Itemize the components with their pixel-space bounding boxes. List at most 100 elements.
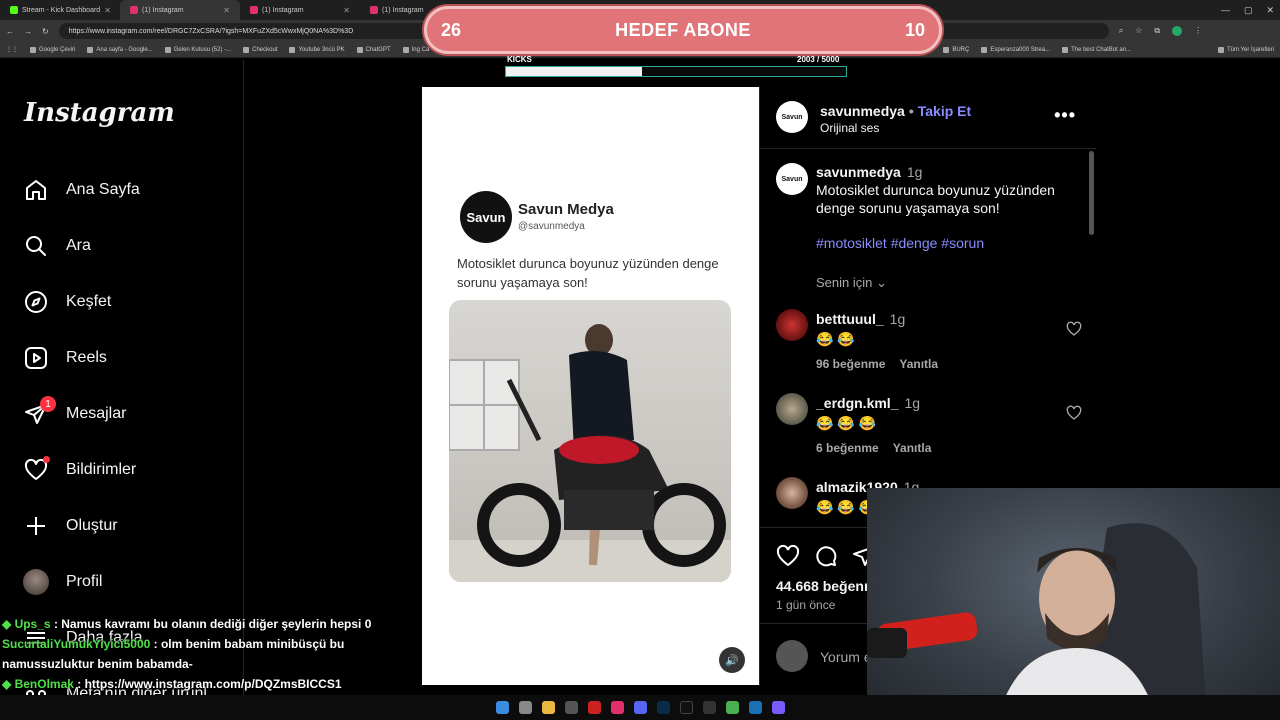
goal-target: 10 — [904, 19, 925, 40]
author-line: savunmedya • Takip Et — [820, 103, 972, 119]
plus-icon — [22, 512, 50, 540]
comment-like-icon[interactable] — [1066, 321, 1082, 342]
author-avatar[interactable]: Savun — [776, 101, 808, 133]
discord-icon[interactable] — [633, 701, 647, 714]
menu-dots-icon[interactable]: ⋮ — [1194, 26, 1202, 36]
mute-button[interactable]: 🔊 — [719, 647, 745, 673]
hashtags[interactable]: #motosiklet #denge #sorun — [816, 235, 984, 251]
zoom-icon[interactable]: ⌕ — [1119, 26, 1123, 36]
comment-text: 😂 😂 — [816, 331, 855, 347]
like-icon[interactable] — [776, 544, 800, 573]
follow-button[interactable]: Takip Et — [918, 103, 971, 119]
nav-reels[interactable]: Reels — [22, 342, 107, 374]
chrome-icon[interactable] — [725, 701, 739, 714]
bookmark[interactable]: Google Çeviri — [30, 46, 75, 53]
messages-icon: 1 — [22, 396, 56, 428]
notification-dot — [43, 456, 50, 463]
kick-icon: ◆ — [2, 617, 15, 631]
tab-label: (1) Instagram — [262, 6, 304, 14]
nav-create[interactable]: Oluştur — [22, 510, 118, 542]
all-bookmarks[interactable]: Tüm Yer İşaretleri — [1217, 46, 1274, 53]
bookmark[interactable]: Checkout — [243, 46, 277, 53]
bookmark[interactable]: Esperanza000 Strea... — [981, 46, 1050, 53]
instagram-app-icon[interactable] — [610, 701, 624, 714]
commenter-avatar[interactable] — [776, 477, 808, 509]
bookmark[interactable]: The best ChatBot an... — [1062, 46, 1131, 53]
nav-label: Keşfet — [66, 293, 112, 310]
close-icon[interactable]: ✕ — [104, 6, 111, 15]
tab-kick-dashboard[interactable]: Stream - Kick Dashboard ✕ — [0, 0, 120, 20]
comment-text: 😂 😂 😂 — [816, 415, 877, 431]
sort-dropdown[interactable]: Senin için ⌄ — [816, 275, 887, 291]
reply-button[interactable]: Yanıtla — [893, 441, 932, 455]
app-icon[interactable] — [771, 701, 785, 714]
kick-icon — [10, 6, 18, 14]
instagram-icon — [370, 6, 378, 14]
bookmark[interactable]: Youtube 3ncü PK — [289, 46, 345, 53]
nav-search[interactable]: Ara — [22, 230, 91, 262]
maximize-icon[interactable]: ▢ — [1244, 5, 1253, 16]
stream-chat: ◆ Ups_s : Namus kavramı bu olanın dediği… — [2, 614, 432, 694]
star-icon[interactable]: ☆ — [1135, 26, 1142, 36]
kicks-count: 2003 / 5000 — [797, 55, 840, 64]
photoshop-icon[interactable] — [656, 701, 670, 714]
close-window-icon[interactable]: ✕ — [1266, 5, 1274, 16]
minimize-icon[interactable]: — — [1221, 5, 1230, 15]
comment-item: _erdgn.kml_ 1g 😂 😂 😂 6 beğenme Yanıtla — [776, 393, 1086, 473]
reel-video[interactable]: Savun Savun Medya @savunmedya Motosiklet… — [422, 87, 759, 685]
commenter-avatar[interactable] — [776, 309, 808, 341]
instagram-icon — [130, 6, 138, 14]
caption-avatar[interactable]: Savun — [776, 163, 808, 195]
chat-message: ◆ BenOlmak : https://www.instagram.com/p… — [2, 674, 432, 694]
caption-username[interactable]: savunmedya — [816, 164, 901, 180]
nav-explore[interactable]: Keşfet — [22, 286, 111, 318]
opera-icon[interactable] — [587, 701, 601, 714]
post-text: Motosiklet durunca boyunuz yüzünden deng… — [457, 256, 719, 290]
comments-scrollbar[interactable] — [1089, 151, 1094, 235]
action-icons — [776, 544, 876, 573]
tab-instagram[interactable]: (1) Instagram ✕ — [240, 0, 360, 20]
taskview-icon[interactable] — [518, 701, 532, 714]
windows-start-icon[interactable] — [495, 701, 509, 714]
comment-likes[interactable]: 6 beğenme — [816, 441, 879, 455]
nav-profile[interactable]: Profil — [22, 566, 102, 598]
apps-icon[interactable]: ⋮⋮ — [6, 46, 18, 53]
comment-icon[interactable] — [814, 544, 838, 573]
audio-label[interactable]: Orijinal ses — [820, 121, 879, 135]
settings-icon[interactable] — [564, 701, 578, 714]
close-icon[interactable]: ✕ — [223, 6, 230, 15]
folder-icon[interactable] — [541, 701, 555, 714]
nav-label: Oluştur — [66, 517, 118, 534]
bookmark[interactable]: Ing Ca — [402, 46, 429, 53]
more-options-icon[interactable]: ••• — [1054, 105, 1076, 126]
close-icon[interactable]: ✕ — [343, 6, 350, 15]
tab-label: (1) Instagram — [382, 6, 424, 14]
bookmark[interactable]: BURÇ — [943, 46, 969, 53]
comment-like-icon[interactable] — [1066, 405, 1082, 426]
comment-likes[interactable]: 96 beğenme — [816, 357, 885, 371]
obs-icon[interactable] — [702, 701, 716, 714]
instagram-logo[interactable]: Instagram — [24, 98, 175, 128]
bookmark[interactable]: ChatGPT — [356, 46, 391, 53]
back-icon[interactable]: ← — [6, 27, 14, 36]
reply-button[interactable]: Yanıtla — [899, 357, 938, 371]
nav-notifications[interactable]: Bildirimler — [22, 454, 136, 486]
kick-icon: ◆ — [2, 677, 15, 691]
commenter-avatar[interactable] — [776, 393, 808, 425]
profile-avatar[interactable] — [1172, 26, 1183, 36]
forward-icon[interactable]: → — [24, 27, 32, 36]
nav-home[interactable]: Ana Sayfa — [22, 174, 140, 206]
tiktok-icon[interactable] — [679, 701, 693, 714]
tab-instagram-active[interactable]: (1) Instagram ✕ — [120, 0, 240, 20]
nav-messages[interactable]: 1 Mesajlar — [22, 396, 126, 430]
author-username[interactable]: savunmedya — [820, 103, 905, 119]
comment-input[interactable]: Yorum e — [820, 649, 872, 665]
likes-count[interactable]: 44.668 beğenm — [776, 578, 876, 594]
bookmark[interactable]: Gelen Kutusu (52) -... — [164, 46, 231, 53]
comment-author: _erdgn.kml_ 1g — [816, 395, 921, 411]
steam-icon[interactable] — [748, 701, 762, 714]
extensions-icon[interactable]: ⧉ — [1154, 26, 1160, 36]
reload-icon[interactable]: ↻ — [42, 27, 49, 36]
bookmark[interactable]: Ana sayfa - Google... — [87, 46, 153, 53]
tab-label: Stream - Kick Dashboard — [22, 6, 101, 14]
